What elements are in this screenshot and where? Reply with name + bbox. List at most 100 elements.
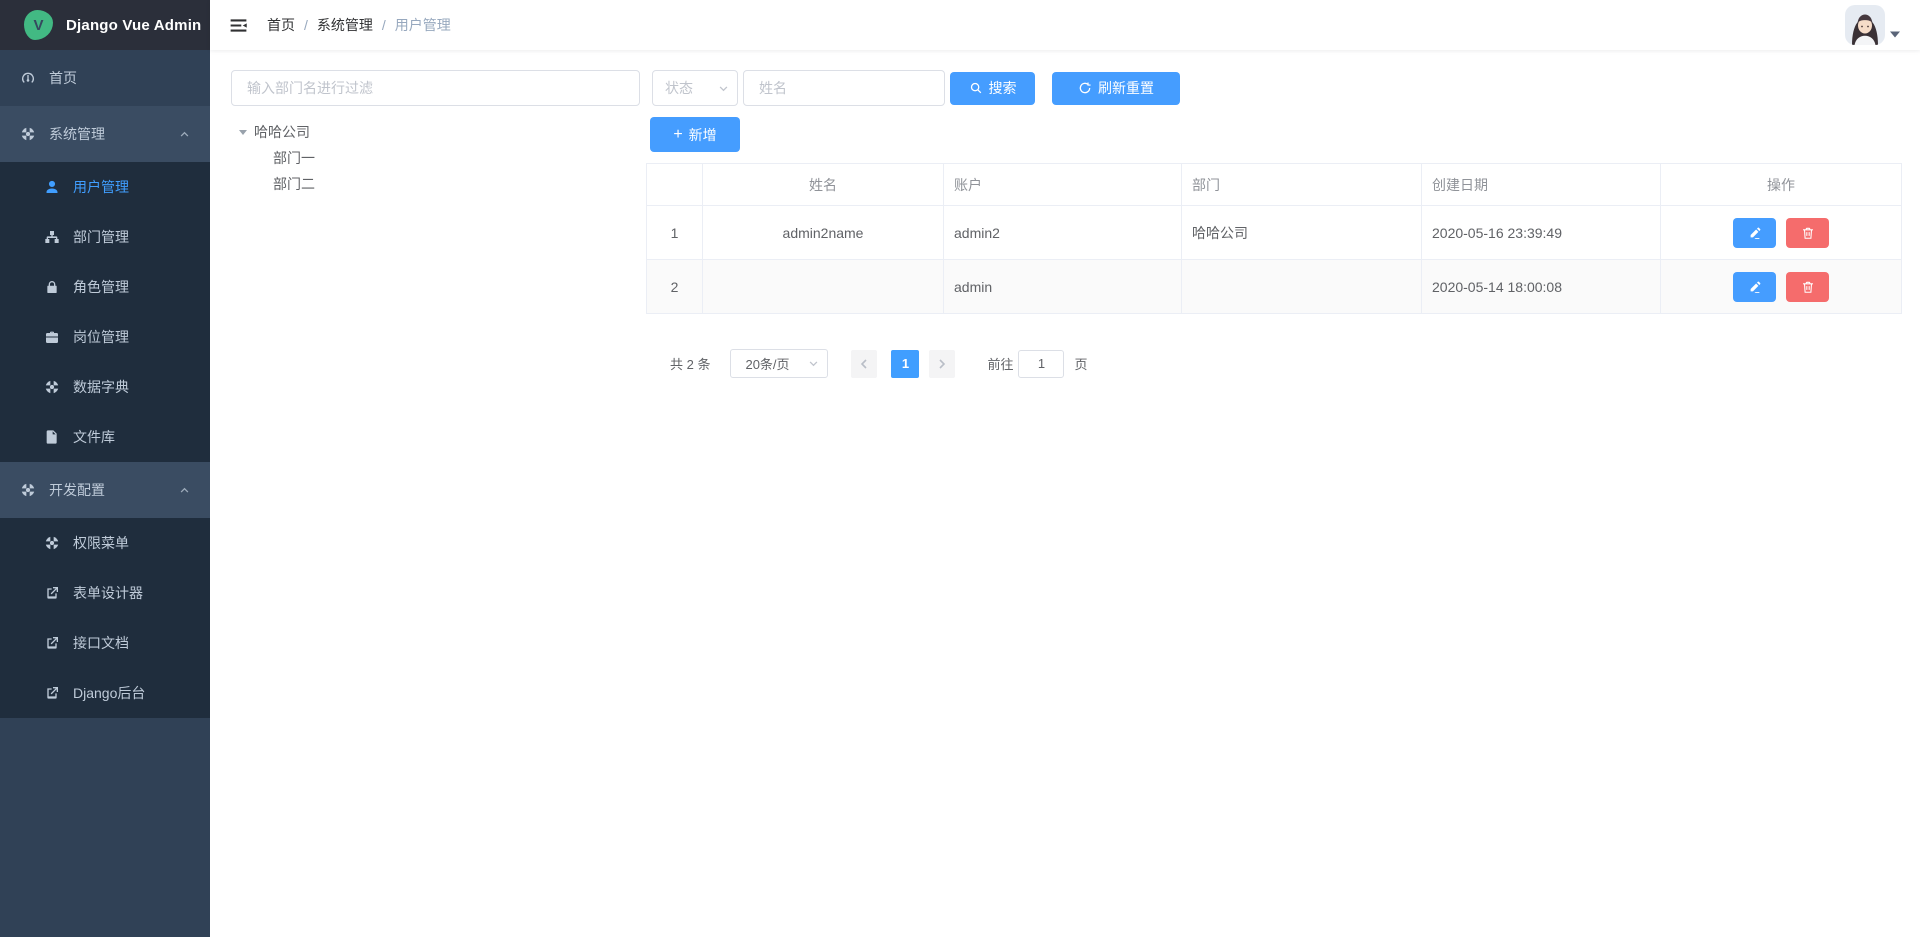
component-icon bbox=[20, 482, 36, 498]
sidebar-item-label: 开发配置 bbox=[49, 480, 105, 500]
tree-node[interactable]: 部门二 bbox=[231, 171, 640, 197]
briefcase-icon bbox=[44, 329, 60, 345]
department-tree: 哈哈公司 部门一部门二 bbox=[231, 119, 640, 197]
tree-node-root[interactable]: 哈哈公司 bbox=[231, 119, 640, 145]
sidebar-item-user-management[interactable]: 用户管理 bbox=[0, 162, 210, 212]
row-index-cell: 2 bbox=[647, 260, 703, 314]
name-cell bbox=[703, 260, 944, 314]
tree-icon bbox=[44, 229, 60, 245]
goto-label: 前往 bbox=[987, 354, 1013, 373]
submenu-system-management: 用户管理部门管理角色管理岗位管理数据字典文件库 bbox=[0, 162, 210, 462]
lock-icon bbox=[44, 279, 60, 295]
refresh-reset-button[interactable]: 刷新重置 bbox=[1052, 72, 1180, 105]
sidebar-item-label: 部门管理 bbox=[73, 227, 129, 247]
edit-button[interactable] bbox=[1733, 272, 1776, 302]
refresh-reset-label: 刷新重置 bbox=[1098, 78, 1154, 98]
sidebar-item-label: 接口文档 bbox=[73, 633, 129, 653]
dept-cell: 哈哈公司 bbox=[1182, 206, 1422, 260]
component-icon bbox=[44, 535, 60, 551]
app-logo[interactable]: V Django Vue Admin bbox=[0, 0, 210, 50]
caret-expanded-icon[interactable] bbox=[239, 130, 247, 139]
sidebar-item-label: 表单设计器 bbox=[73, 583, 143, 603]
sidebar-item-label: Django后台 bbox=[73, 683, 145, 703]
account-cell: admin bbox=[944, 260, 1182, 314]
breadcrumb-home[interactable]: 首页 bbox=[267, 15, 295, 35]
sidebar-item-data-dictionary[interactable]: 数据字典 bbox=[0, 362, 210, 412]
current-page[interactable]: 1 bbox=[891, 350, 919, 378]
goto-page-input[interactable] bbox=[1018, 350, 1064, 378]
search-icon bbox=[969, 81, 983, 95]
users-table: 姓名账户部门创建日期操作 1admin2nameadmin2哈哈公司2020-0… bbox=[646, 163, 1902, 314]
vue-logo-icon: V bbox=[24, 10, 53, 40]
caret-down-icon[interactable] bbox=[1890, 31, 1900, 38]
sidebar-item-label: 首页 bbox=[49, 68, 77, 88]
sidebar-item-role-management[interactable]: 角色管理 bbox=[0, 262, 210, 312]
sidebar: V Django Vue Admin 首页系统管理用户管理部门管理角色管理岗位管… bbox=[0, 0, 210, 937]
edit-button[interactable] bbox=[1733, 218, 1776, 248]
sidebar-item-file-library[interactable]: 文件库 bbox=[0, 412, 210, 462]
column-header: 姓名 bbox=[703, 164, 944, 206]
column-header: 部门 bbox=[1182, 164, 1422, 206]
sidebar-item-label: 用户管理 bbox=[73, 177, 129, 197]
sidebar-item-dev-config[interactable]: 开发配置 bbox=[0, 462, 210, 518]
sidebar-item-label: 文件库 bbox=[73, 427, 115, 447]
table-header-row: 姓名账户部门创建日期操作 bbox=[647, 164, 1902, 206]
department-panel: 哈哈公司 部门一部门二 bbox=[231, 70, 640, 197]
user-avatar[interactable] bbox=[1845, 5, 1885, 45]
sidebar-item-label: 角色管理 bbox=[73, 277, 129, 297]
navbar: 首页 / 系统管理 / 用户管理 bbox=[210, 0, 1920, 50]
prev-page-button[interactable] bbox=[851, 350, 877, 378]
breadcrumb-system[interactable]: 系统管理 bbox=[317, 15, 373, 35]
name-filter-input[interactable] bbox=[743, 70, 945, 106]
actions-cell bbox=[1661, 260, 1902, 314]
delete-button[interactable] bbox=[1786, 218, 1829, 248]
page-unit-label: 页 bbox=[1074, 354, 1087, 373]
tree-node[interactable]: 部门一 bbox=[231, 145, 640, 171]
department-filter-input[interactable] bbox=[231, 70, 640, 106]
sidebar-item-home[interactable]: 首页 bbox=[0, 50, 210, 106]
search-button[interactable]: 搜索 bbox=[950, 72, 1035, 105]
table-row: 1admin2nameadmin2哈哈公司2020-05-16 23:39:49 bbox=[647, 206, 1902, 260]
actions-cell bbox=[1661, 206, 1902, 260]
chevron-up-icon bbox=[179, 129, 190, 140]
sidebar-item-api-docs[interactable]: 接口文档 bbox=[0, 618, 210, 668]
delete-button[interactable] bbox=[1786, 272, 1829, 302]
navbar-right bbox=[1845, 5, 1900, 45]
external-link-icon bbox=[44, 685, 60, 701]
sidebar-item-form-designer[interactable]: 表单设计器 bbox=[0, 568, 210, 618]
total-count: 共 2 条 bbox=[670, 354, 710, 373]
add-button-label: 新增 bbox=[689, 125, 717, 145]
created-date-cell: 2020-05-14 18:00:08 bbox=[1422, 260, 1661, 314]
breadcrumb-separator: / bbox=[304, 17, 308, 33]
column-header bbox=[647, 164, 703, 206]
sidebar-item-permission-menu[interactable]: 权限菜单 bbox=[0, 518, 210, 568]
sidebar-item-django-admin[interactable]: Django后台 bbox=[0, 668, 210, 718]
sidebar-item-label: 数据字典 bbox=[73, 377, 129, 397]
sidebar-item-dept-management[interactable]: 部门管理 bbox=[0, 212, 210, 262]
tree-children: 部门一部门二 bbox=[231, 145, 640, 197]
document-icon bbox=[44, 429, 60, 445]
refresh-icon bbox=[1078, 81, 1092, 95]
hamburger-icon[interactable] bbox=[228, 15, 249, 36]
app-root: V Django Vue Admin 首页系统管理用户管理部门管理角色管理岗位管… bbox=[0, 0, 1920, 937]
column-header: 账户 bbox=[944, 164, 1182, 206]
breadcrumb: 首页 / 系统管理 / 用户管理 bbox=[267, 15, 451, 35]
next-page-button[interactable] bbox=[929, 350, 955, 378]
sidebar-item-post-management[interactable]: 岗位管理 bbox=[0, 312, 210, 362]
sidebar-item-label: 权限菜单 bbox=[73, 533, 129, 553]
plus-icon: + bbox=[673, 127, 682, 143]
main-area: 首页 / 系统管理 / 用户管理 bbox=[210, 0, 1920, 937]
dashboard-icon bbox=[20, 70, 36, 86]
search-button-label: 搜索 bbox=[989, 78, 1017, 98]
external-link-icon bbox=[44, 635, 60, 651]
add-button[interactable]: + 新增 bbox=[650, 117, 740, 152]
dept-cell bbox=[1182, 260, 1422, 314]
tree-node-label: 部门一 bbox=[273, 148, 315, 168]
users-panel: 状态 搜索 bbox=[646, 70, 1902, 378]
sidebar-item-system-management[interactable]: 系统管理 bbox=[0, 106, 210, 162]
page-size-select[interactable]: 20条/页 bbox=[730, 349, 828, 378]
status-select-placeholder: 状态 bbox=[665, 78, 693, 98]
component-icon bbox=[20, 126, 36, 142]
status-select[interactable]: 状态 bbox=[652, 70, 738, 106]
table-body: 1admin2nameadmin2哈哈公司2020-05-16 23:39:49… bbox=[647, 206, 1902, 314]
